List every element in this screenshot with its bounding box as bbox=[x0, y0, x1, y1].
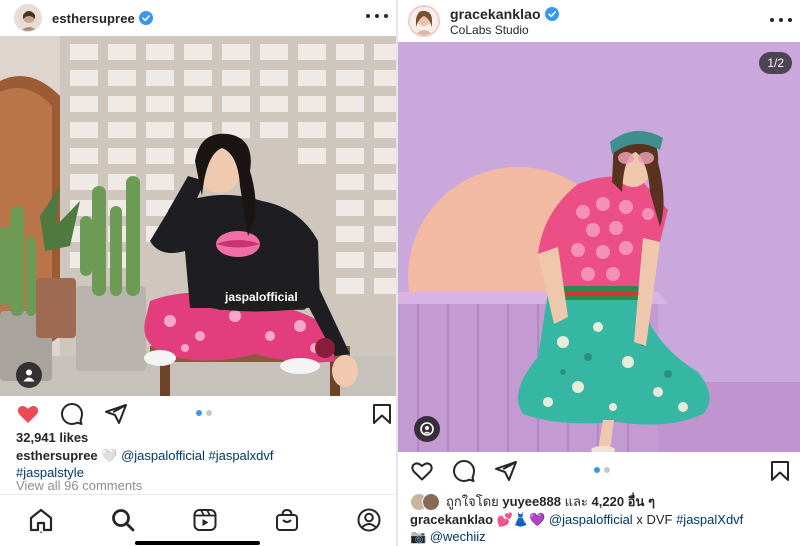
avatar[interactable] bbox=[408, 5, 440, 37]
caption-tags[interactable]: @jaspalofficial #jaspalxdvf bbox=[121, 448, 273, 463]
post-esthersupree: esthersupree jaspalofficial 32,941 likes… bbox=[0, 0, 396, 546]
action-bar bbox=[398, 457, 800, 487]
profile-icon[interactable] bbox=[356, 507, 382, 533]
share-icon[interactable] bbox=[494, 459, 518, 483]
post-location[interactable]: CoLabs Studio bbox=[450, 23, 559, 37]
caption-hashtag[interactable]: #jaspalXdvf bbox=[676, 512, 743, 527]
bookmark-icon[interactable] bbox=[768, 459, 792, 483]
username[interactable]: esthersupree bbox=[52, 11, 135, 26]
shop-icon[interactable] bbox=[274, 507, 300, 533]
username[interactable]: gracekanklao bbox=[450, 6, 541, 22]
share-icon[interactable] bbox=[104, 402, 128, 426]
liked-by-conj: และ bbox=[564, 494, 588, 509]
liked-by-row[interactable]: ถูกใจโดย yuyee888 และ 4,220 อื่น ๆ bbox=[410, 491, 655, 512]
caption-username[interactable]: esthersupree bbox=[16, 448, 98, 463]
photo-user-tag[interactable]: jaspalofficial bbox=[216, 278, 307, 310]
post-header: esthersupree bbox=[0, 0, 396, 36]
liked-by-count[interactable]: 4,220 อื่น ๆ bbox=[592, 491, 655, 512]
view-comments-link[interactable]: View all 96 comments bbox=[16, 478, 142, 493]
camera-emoji: 📷 bbox=[410, 529, 427, 544]
action-bar bbox=[0, 400, 396, 430]
post-caption: esthersupree 🤍 @jaspalofficial #jaspalxd… bbox=[16, 447, 386, 481]
liked-by-prefix: ถูกใจโดย bbox=[446, 494, 499, 509]
comment-icon[interactable] bbox=[60, 402, 84, 426]
post-photo[interactable]: jaspalofficial bbox=[0, 36, 396, 396]
bottom-navigation bbox=[0, 494, 396, 546]
home-indicator bbox=[135, 541, 260, 545]
more-options-button[interactable] bbox=[770, 12, 792, 28]
avatar[interactable] bbox=[14, 4, 42, 32]
caption-mention-photographer[interactable]: @wechiiz bbox=[430, 529, 486, 544]
caption-username[interactable]: gracekanklao bbox=[410, 512, 493, 527]
likes-count[interactable]: 32,941 likes bbox=[16, 430, 88, 445]
carousel-dots bbox=[196, 410, 212, 416]
liked-by-avatars bbox=[410, 492, 440, 511]
heart-outline-icon[interactable] bbox=[410, 459, 434, 483]
comment-icon[interactable] bbox=[452, 459, 476, 483]
post-caption: gracekanklao 💕👗💜 @jaspalofficial x DVF #… bbox=[410, 511, 798, 545]
tagged-users-button[interactable] bbox=[16, 362, 42, 388]
caption-emoji: 💕👗💜 bbox=[496, 512, 546, 527]
liked-by-user[interactable]: yuyee888 bbox=[502, 494, 561, 509]
reels-icon[interactable] bbox=[192, 507, 218, 533]
verified-badge-icon bbox=[544, 6, 559, 21]
tagged-users-button[interactable] bbox=[414, 416, 440, 442]
person-icon bbox=[420, 422, 434, 436]
person-icon bbox=[23, 369, 35, 382]
heart-filled-icon[interactable] bbox=[16, 402, 40, 426]
post-header: gracekanklao CoLabs Studio bbox=[398, 0, 800, 42]
post-gracekanklao: gracekanklao CoLabs Studio 1/2 ถูกใจโดย … bbox=[398, 0, 800, 546]
more-options-button[interactable] bbox=[366, 8, 388, 24]
post-photo[interactable]: 1/2 bbox=[398, 42, 800, 452]
home-icon[interactable] bbox=[28, 507, 54, 533]
carousel-dots bbox=[594, 467, 610, 473]
caption-mention[interactable]: @jaspalofficial bbox=[549, 512, 633, 527]
caption-text: x DVF bbox=[636, 512, 673, 527]
caption-emoji: 🤍 bbox=[101, 448, 118, 463]
bookmark-icon[interactable] bbox=[370, 402, 394, 426]
verified-badge-icon bbox=[138, 11, 153, 25]
carousel-counter: 1/2 bbox=[759, 52, 792, 74]
search-icon[interactable] bbox=[110, 507, 136, 533]
